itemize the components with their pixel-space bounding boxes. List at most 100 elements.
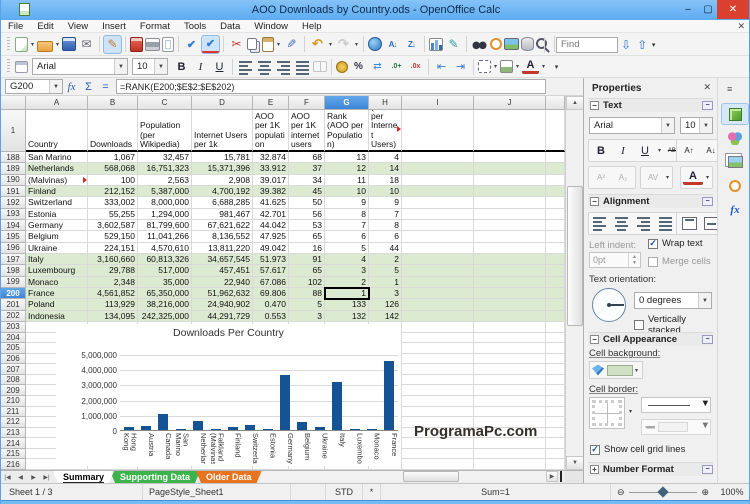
column-header-E[interactable]: E xyxy=(253,96,289,110)
row-header-201[interactable]: 201 xyxy=(1,299,26,311)
open-icon[interactable] xyxy=(37,40,53,52)
header-cell-B[interactable]: Downloads xyxy=(88,110,138,152)
cell-E201[interactable]: 0.470 xyxy=(253,299,289,311)
cell-empty[interactable] xyxy=(546,417,565,428)
row-header-203[interactable]: 203 xyxy=(1,322,26,333)
cell-D189[interactable]: 15,371,396 xyxy=(192,163,253,175)
row-header-204[interactable]: 204 xyxy=(1,332,26,344)
sheet-nav-icon-2[interactable]: ▶ xyxy=(27,471,40,483)
cell-empty[interactable] xyxy=(402,219,474,232)
cell-empty[interactable] xyxy=(402,242,474,254)
print-preview-icon[interactable] xyxy=(162,36,174,52)
show-gridlines-checkbox[interactable]: Show cell grid lines xyxy=(590,444,685,455)
cell-E192[interactable]: 41.625 xyxy=(253,197,289,209)
sidebar-tab-styles[interactable] xyxy=(722,128,748,148)
collapse-icon[interactable]: − xyxy=(590,335,599,344)
cell-F191[interactable]: 45 xyxy=(289,185,325,198)
cell-D202[interactable]: 44,291,729 xyxy=(192,310,253,322)
cell-empty[interactable] xyxy=(546,219,565,232)
draw-functions-icon[interactable]: ✎ xyxy=(445,36,462,53)
cell-D193[interactable]: 981,467 xyxy=(192,208,253,220)
row-header-211[interactable]: 211 xyxy=(1,406,26,418)
cell-empty[interactable] xyxy=(402,459,474,470)
insert-chart-icon[interactable] xyxy=(429,37,443,51)
cell-A194[interactable]: Germany xyxy=(26,219,88,232)
cell-B196[interactable]: 224,151 xyxy=(88,242,138,254)
italic-icon[interactable]: I xyxy=(613,141,633,160)
bold-icon[interactable]: B xyxy=(173,58,190,75)
cell-F198[interactable]: 65 xyxy=(289,265,325,277)
export-pdf-icon[interactable] xyxy=(130,36,143,52)
chevron-down-icon[interactable]: ▼ xyxy=(701,398,710,412)
cell-C194[interactable]: 81,799,600 xyxy=(138,219,192,232)
character-spacing-icon[interactable]: AV xyxy=(643,168,663,187)
row-header-194[interactable]: 194 xyxy=(1,219,26,232)
align-right-icon[interactable] xyxy=(635,214,655,233)
cell-F200[interactable]: 88 xyxy=(289,287,325,300)
wrap-text-checkbox[interactable]: Wrap text xyxy=(648,238,702,249)
row-header-214[interactable]: 214 xyxy=(1,438,26,449)
cell-E188[interactable]: 32.874 xyxy=(253,152,289,164)
column-header-J[interactable]: J xyxy=(474,96,546,110)
zoom-track[interactable] xyxy=(628,485,698,498)
cell-B195[interactable]: 529,150 xyxy=(88,231,138,243)
cell-H193[interactable]: 7 xyxy=(369,208,402,220)
status-mode[interactable]: STD xyxy=(326,484,363,500)
function-wizard-icon[interactable]: fx xyxy=(63,81,80,93)
row-header-196[interactable]: 196 xyxy=(1,242,26,254)
row-header-210[interactable]: 210 xyxy=(1,395,26,407)
cell-empty[interactable] xyxy=(402,406,474,418)
status-sum[interactable]: Sum=1 xyxy=(381,484,611,500)
chevron-down-icon[interactable]: ▼ xyxy=(661,118,674,133)
cell-empty[interactable] xyxy=(402,395,474,407)
row-header-198[interactable]: 198 xyxy=(1,265,26,277)
cell-empty[interactable] xyxy=(474,231,546,243)
chevron-down-icon[interactable]: ▾ xyxy=(29,41,36,48)
align-center-icon[interactable] xyxy=(613,214,633,233)
column-header-D[interactable]: D xyxy=(192,96,253,110)
menu-data[interactable]: Data xyxy=(213,20,247,33)
cell-F202[interactable]: 3 xyxy=(289,310,325,322)
increase-indent-icon[interactable]: ⇥ xyxy=(452,58,469,75)
zoom-in-icon[interactable]: ⊕ xyxy=(701,487,709,498)
font-color-icon[interactable]: A xyxy=(522,59,539,74)
sidebar-close-icon[interactable]: ✕ xyxy=(703,82,711,93)
spellcheck-icon[interactable]: ✔ xyxy=(183,36,200,53)
menu-window[interactable]: Window xyxy=(247,20,295,33)
sidebar-tab-properties[interactable] xyxy=(722,104,748,124)
underline-icon[interactable]: U xyxy=(211,58,228,75)
sidebar-menu-icon[interactable]: ≡ xyxy=(727,84,732,94)
section-header-cell-appearance[interactable]: − Cell Appearance − xyxy=(588,332,713,346)
cell-F195[interactable]: 65 xyxy=(289,231,325,243)
column-header-I[interactable]: I xyxy=(402,96,474,110)
vertical-scrollbar-thumb[interactable] xyxy=(567,186,583,326)
cell-empty[interactable] xyxy=(474,385,546,396)
gallery-icon[interactable] xyxy=(504,38,519,50)
cell-H200[interactable]: 3 xyxy=(369,287,402,300)
cell-empty[interactable] xyxy=(402,276,474,288)
column-header-B[interactable]: B xyxy=(88,96,138,110)
cell-F201[interactable]: 5 xyxy=(289,299,325,311)
cell-empty[interactable] xyxy=(474,287,546,300)
cell-F197[interactable]: 91 xyxy=(289,253,325,266)
sidebar-font-name-combo[interactable]: Arial ▼ xyxy=(589,117,675,134)
cell-E194[interactable]: 44.042 xyxy=(253,219,289,232)
cell-empty[interactable] xyxy=(474,459,546,470)
status-page-style[interactable]: PageStyle_Sheet1 xyxy=(143,484,291,500)
column-header-F[interactable]: F xyxy=(289,96,325,110)
cell-empty[interactable] xyxy=(474,276,546,288)
cell-empty[interactable] xyxy=(474,310,546,322)
cell-D196[interactable]: 13,811,220 xyxy=(192,242,253,254)
cell-empty[interactable] xyxy=(474,448,546,460)
function-icon[interactable]: = xyxy=(97,81,114,93)
chevron-down-icon[interactable]: ▼ xyxy=(49,80,62,93)
cell-empty[interactable] xyxy=(546,265,565,277)
cell-D192[interactable]: 6,688,285 xyxy=(192,197,253,209)
cell-H192[interactable]: 9 xyxy=(369,197,402,209)
cell-G189[interactable]: 12 xyxy=(325,163,369,175)
expand-icon[interactable]: + xyxy=(590,465,599,474)
hyperlink-icon[interactable] xyxy=(368,37,382,51)
cell-empty[interactable] xyxy=(402,332,474,344)
cell-empty[interactable] xyxy=(546,427,565,439)
header-cell-C[interactable]: Population (per Wikipedia) xyxy=(138,110,192,152)
